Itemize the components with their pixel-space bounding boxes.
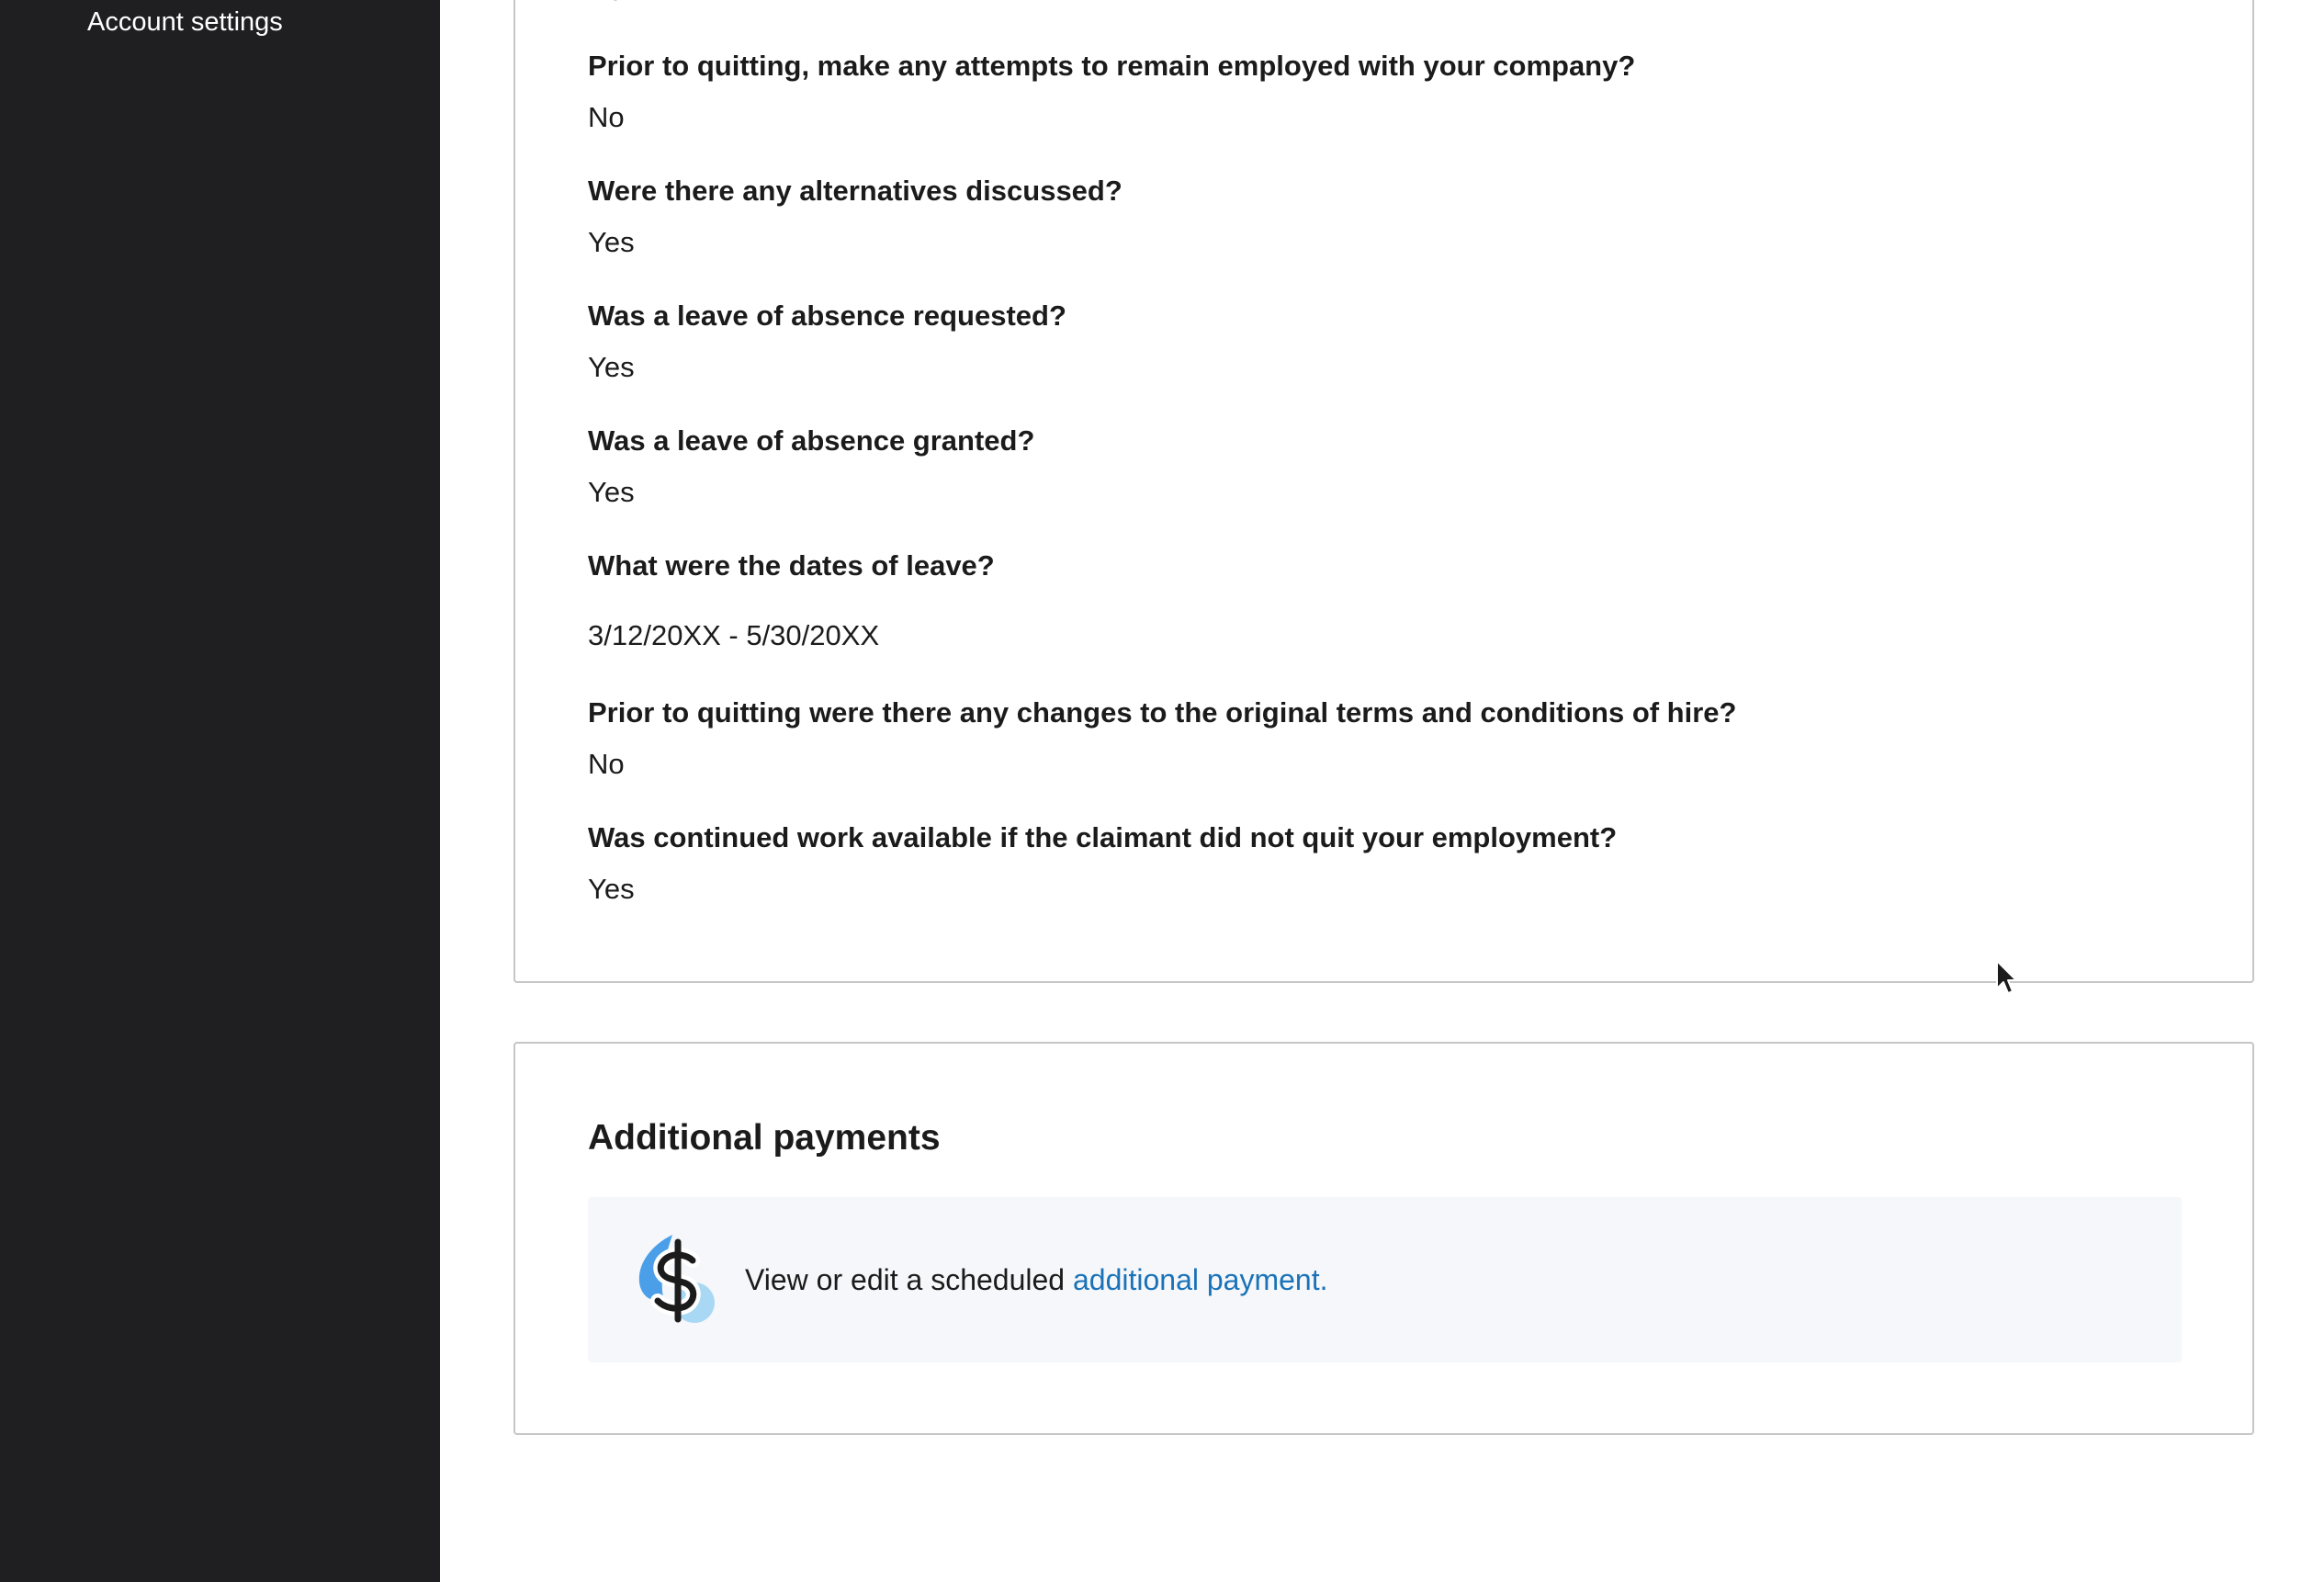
- answer-text: No: [588, 0, 623, 7]
- additional-payment-info-box: View or edit a scheduled additional paym…: [588, 1197, 2182, 1362]
- sidebar-item-account-settings[interactable]: Account settings: [87, 7, 283, 38]
- question-item: Was a leave of absence requested? Yes: [588, 299, 1066, 385]
- question-text: Prior to quitting, make any attempts to …: [588, 50, 1636, 82]
- question-text: Were there any alternatives discussed?: [588, 175, 1123, 207]
- question-item: Prior to quitting were there any changes…: [588, 695, 1736, 782]
- question-text: Was a leave of absence requested?: [588, 299, 1066, 332]
- answer-text: No: [588, 101, 625, 133]
- questions-card: No Prior to quitting, make any attempts …: [513, 0, 2254, 983]
- additional-payments-card: Additional payments View or edit a sched…: [513, 1042, 2254, 1435]
- mouse-cursor-icon: [1996, 960, 2017, 994]
- question-item: Prior to quitting, make any attempts to …: [588, 49, 1635, 135]
- additional-payment-link[interactable]: additional payment.: [1073, 1263, 1328, 1296]
- info-text-prefix: View or edit a scheduled: [745, 1263, 1073, 1296]
- question-text: Prior to quitting were there any changes…: [588, 696, 1737, 729]
- question-text: What were the dates of leave?: [588, 549, 995, 582]
- answer-text: Yes: [588, 476, 635, 508]
- app-window: Account settings No Prior to quitting, m…: [0, 0, 2324, 1582]
- question-text: Was a leave of absence granted?: [588, 424, 1035, 457]
- dollar-sign-icon: [636, 1233, 718, 1327]
- section-title: Additional payments: [588, 1118, 941, 1158]
- question-item: Was a leave of absence granted? Yes: [588, 424, 1034, 510]
- answer-text: No: [588, 748, 625, 780]
- additional-payment-text: View or edit a scheduled additional paym…: [745, 1261, 1327, 1298]
- question-item: Were there any alternatives discussed? Y…: [588, 174, 1123, 260]
- question-item: Was continued work available if the clai…: [588, 820, 1617, 907]
- answer-text: 3/12/20XX - 5/30/20XX: [588, 619, 880, 651]
- sidebar: Account settings: [0, 0, 440, 1582]
- answer-text: Yes: [588, 226, 635, 258]
- answer-text: Yes: [588, 873, 635, 905]
- question-item: What were the dates of leave? 3/12/20XX …: [588, 548, 995, 653]
- answer-text: Yes: [588, 351, 635, 383]
- question-text: Was continued work available if the clai…: [588, 821, 1618, 853]
- main-content: No Prior to quitting, make any attempts …: [440, 0, 2324, 1582]
